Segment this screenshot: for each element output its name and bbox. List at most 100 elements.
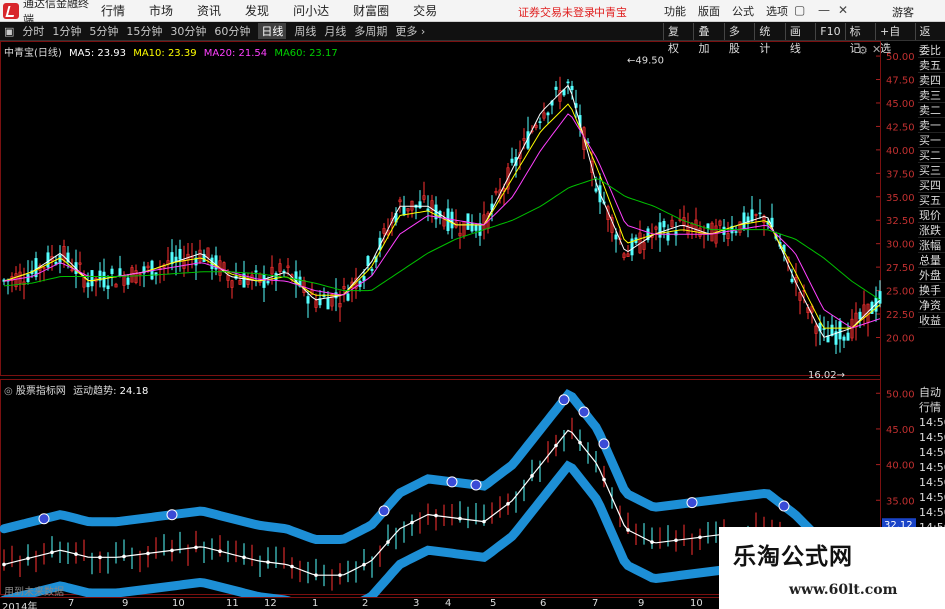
- candle-body: [90, 270, 94, 287]
- period-tab-4[interactable]: 30分钟: [170, 23, 206, 39]
- candle-body: [418, 201, 422, 209]
- menu-item-0[interactable]: 行情: [101, 2, 125, 19]
- trend-dot: [26, 556, 30, 561]
- trend-dot: [122, 554, 126, 559]
- quote-label-2: 卖四: [918, 73, 945, 88]
- candle-body: [706, 223, 710, 229]
- trend-dot: [578, 440, 582, 445]
- date-label-10: 5: [490, 598, 497, 609]
- main-ytick-label-9: 27.50: [886, 263, 915, 274]
- tick-item-5: 14:50: [919, 461, 945, 474]
- login-notice[interactable]: 证券交易未登录: [518, 4, 595, 20]
- candle-body: [510, 158, 514, 163]
- trend-dot: [626, 528, 630, 532]
- period-tab-8[interactable]: 月线: [324, 23, 346, 39]
- period-tab-2[interactable]: 5分钟: [89, 23, 118, 39]
- menu-item-4[interactable]: 问小达: [293, 2, 329, 19]
- trend-dot: [290, 564, 294, 569]
- candle-body: [178, 248, 182, 260]
- period-tab-6[interactable]: 日线: [258, 23, 287, 39]
- quote-label-16: 换手: [918, 283, 945, 298]
- menu-item-3[interactable]: 发现: [245, 2, 269, 19]
- candle-body: [326, 297, 330, 310]
- trend-dot: [458, 516, 462, 521]
- future-data-label: 用到未来数据: [4, 587, 64, 598]
- trend-dot: [50, 550, 54, 555]
- main-legend: 中青宝(日线) MA5: 23.93 MA10: 23.39 MA20: 21.…: [4, 44, 338, 59]
- period-tab-1[interactable]: 1分钟: [52, 23, 81, 39]
- period-tab-9[interactable]: 多周期: [354, 23, 387, 39]
- minimize-icon[interactable]: —: [818, 3, 830, 17]
- candle-body: [118, 268, 122, 276]
- quote-label-5: 卖一: [918, 118, 945, 133]
- right-menu-item-0[interactable]: 功能: [664, 3, 686, 19]
- close-icon[interactable]: ✕: [872, 43, 881, 56]
- guest-label[interactable]: 游客: [892, 4, 914, 20]
- candle-body: [662, 220, 666, 228]
- candle-body: [346, 293, 350, 301]
- candle-body: [366, 256, 370, 267]
- trend-dot: [146, 551, 150, 556]
- period-tab-5[interactable]: 60分钟: [214, 23, 250, 39]
- close-window-icon[interactable]: ✕: [838, 3, 848, 17]
- candle-body: [274, 273, 278, 281]
- tick-item-6: 14:50: [919, 476, 945, 489]
- chart-tool-3[interactable]: 统计: [754, 23, 784, 55]
- prev-icon[interactable]: ▣: [4, 25, 14, 38]
- period-tab-10[interactable]: 更多 ›: [395, 23, 425, 39]
- quote-label-4: 卖二: [918, 103, 945, 118]
- period-tab-0[interactable]: 分时: [22, 23, 44, 39]
- chart-tool-4[interactable]: 画线: [784, 23, 815, 55]
- right-menu-item-3[interactable]: 选项: [766, 3, 788, 19]
- ind-ytick-label-2: 40.00: [886, 461, 915, 472]
- watermark: 乐淘公式网 www.60lt.com: [719, 527, 945, 609]
- kline-chart[interactable]: 50.00 47.50 45.00 42.50 40.00 37.50 35.00 32.50…: [0, 41, 918, 597]
- chart-tool-1[interactable]: 叠加: [693, 23, 723, 55]
- menu-item-1[interactable]: 市场: [149, 2, 173, 19]
- trend-dot: [554, 443, 558, 448]
- period-tab-3[interactable]: 15分钟: [126, 23, 162, 39]
- trend-dot: [602, 477, 606, 482]
- quote-label-0: 委比: [918, 43, 945, 58]
- tick-item-0[interactable]: 自动: [918, 385, 945, 400]
- tick-item-8: 14:50: [919, 506, 945, 519]
- trend-dot: [650, 540, 654, 544]
- menu-item-6[interactable]: 交易: [413, 2, 437, 19]
- quote-label-11: 现价: [918, 208, 945, 223]
- signal-marker-icon: [558, 394, 570, 406]
- quote-label-15: 外盘: [918, 268, 945, 283]
- trend-dot: [338, 573, 342, 577]
- quote-label-17: 净资: [918, 298, 945, 313]
- tick-item-1[interactable]: 行情: [918, 400, 945, 415]
- trend-dot: [98, 555, 102, 560]
- ind-ytick-label-0: 50.00: [886, 389, 915, 400]
- high-annotation: ←49.50: [627, 56, 664, 67]
- stock-short-name: 中青宝: [594, 6, 627, 19]
- low-annotation: 16.02→: [808, 370, 845, 381]
- settings-icon[interactable]: ⚙: [858, 44, 868, 57]
- chart-tool-6[interactable]: 标记: [844, 23, 875, 55]
- right-menu-item-1[interactable]: 版面: [698, 3, 720, 19]
- quote-label-3: 卖三: [918, 88, 945, 103]
- candle-body: [734, 231, 738, 233]
- period-tab-7[interactable]: 周线: [294, 23, 316, 39]
- date-label-6: 1: [312, 598, 319, 609]
- main-ytick-label-4: 40.00: [886, 146, 915, 157]
- chart-tool-0[interactable]: 复权: [663, 23, 693, 55]
- chart-tool-5[interactable]: F10: [815, 23, 844, 40]
- gear-small-icon[interactable]: ◎: [4, 386, 13, 397]
- chart-tool-8[interactable]: 返回: [914, 23, 945, 55]
- signal-marker-icon: [166, 509, 178, 521]
- date-label-11: 6: [540, 598, 547, 609]
- menu-item-2[interactable]: 资讯: [197, 2, 221, 19]
- date-label-12: 7: [592, 598, 599, 609]
- right-menu-item-2[interactable]: 公式: [732, 3, 754, 19]
- skin-icon[interactable]: ▢: [794, 3, 805, 17]
- trend-dot: [362, 562, 366, 567]
- signal-marker-icon: [446, 476, 458, 488]
- date-label-7: 2: [362, 598, 369, 609]
- chart-tool-7[interactable]: +自选: [875, 23, 914, 55]
- chart-tool-2[interactable]: 多股: [723, 23, 754, 55]
- candle-body: [822, 328, 826, 330]
- menu-item-5[interactable]: 财富圈: [353, 2, 389, 19]
